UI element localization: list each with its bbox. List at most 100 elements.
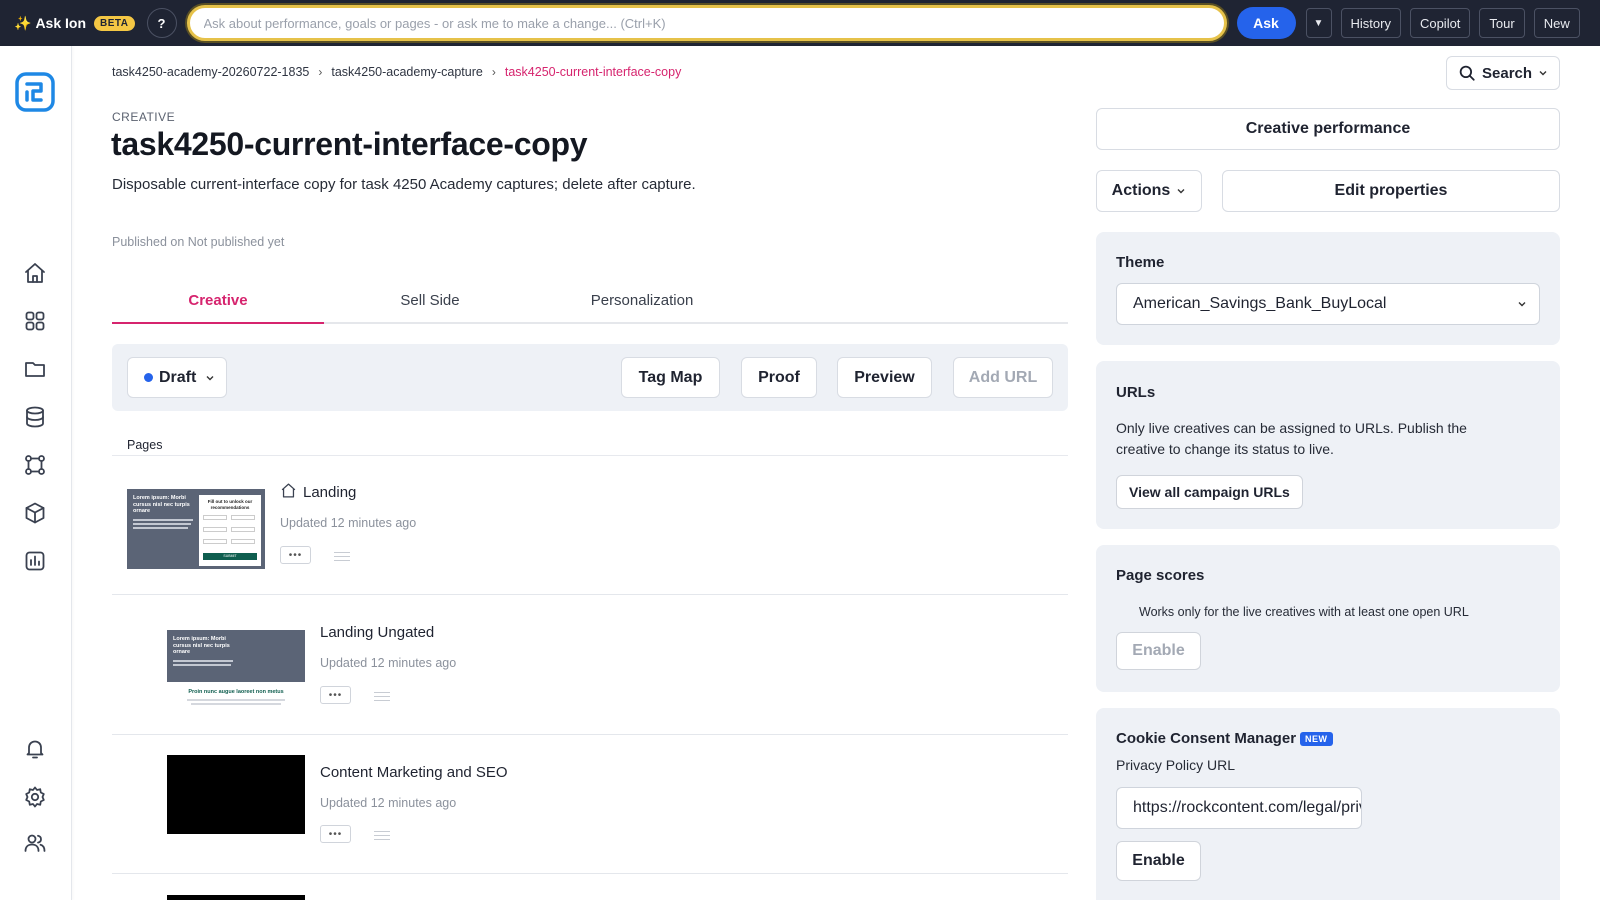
page-thumbnail[interactable] xyxy=(167,755,305,834)
beta-badge: BETA xyxy=(94,15,135,31)
page-scores-title: Page scores xyxy=(1116,567,1205,584)
chevron-right-icon: › xyxy=(318,65,323,79)
chevron-down-icon xyxy=(1539,71,1547,76)
creative-tabs: Creative Sell Side Personalization xyxy=(112,284,1068,324)
page-row[interactable]: Content Marketing and SEO Updated 12 min… xyxy=(112,735,1068,874)
sidebar xyxy=(0,46,72,900)
status-dropdown[interactable]: Draft xyxy=(127,357,227,398)
more-options-button[interactable]: ••• xyxy=(320,686,351,704)
page-scores-enable-button[interactable]: Enable xyxy=(1116,632,1201,670)
page-name[interactable]: Content Marketing and SEO xyxy=(320,764,508,781)
published-status: Published on Not published yet xyxy=(112,235,285,249)
top-bar: ✨ Ask Ion BETA ? Ask ▼ History Copilot T… xyxy=(0,0,1600,46)
drag-handle-icon[interactable] xyxy=(374,692,390,702)
chevron-down-icon xyxy=(1518,302,1526,307)
page-updated: Updated 12 minutes ago xyxy=(320,656,457,670)
tour-button[interactable]: Tour xyxy=(1479,8,1525,38)
theme-title: Theme xyxy=(1116,254,1165,271)
page-row[interactable]: Lorem ipsum: Morbi cursus nisl nec turpi… xyxy=(112,456,1068,595)
drag-handle-icon[interactable] xyxy=(334,552,350,562)
actions-dropdown[interactable]: Actions xyxy=(1096,170,1202,212)
copilot-button[interactable]: Copilot xyxy=(1409,8,1471,38)
page-row[interactable]: Lorem ipsum: Morbi cursus nisl nec turpi… xyxy=(112,596,1068,735)
breadcrumb-item[interactable]: task4250-academy-capture xyxy=(331,65,482,79)
pages-heading: Pages xyxy=(127,438,163,452)
ask-ion-text: Ask Ion xyxy=(35,15,87,31)
page-scores-description: Works only for the live creatives with a… xyxy=(1139,605,1469,619)
cookie-consent-card: Cookie Consent Manager NEW Privacy Policy… xyxy=(1096,708,1560,900)
proof-button[interactable]: Proof xyxy=(741,357,817,398)
history-button[interactable]: History xyxy=(1340,8,1401,38)
search-label: Search xyxy=(1482,64,1533,82)
page-description: Disposable current-interface copy for ta… xyxy=(112,176,696,193)
gear-icon[interactable] xyxy=(22,784,48,810)
theme-card: Theme American_Savings_Bank_BuyLocal xyxy=(1096,232,1560,345)
page-updated: Updated 12 minutes ago xyxy=(320,796,457,810)
chevron-down-icon xyxy=(1177,189,1185,194)
tag-map-button[interactable]: Tag Map xyxy=(621,357,720,398)
thumbnail-heading: Lorem ipsum: Morbi cursus nisl nec turpi… xyxy=(133,495,190,514)
urls-title: URLs xyxy=(1116,384,1156,401)
creative-performance-button[interactable]: Creative performance xyxy=(1096,108,1560,150)
urls-card: URLs Only live creatives can be assigned… xyxy=(1096,361,1560,529)
preview-button[interactable]: Preview xyxy=(837,357,932,398)
breadcrumb: task4250-academy-20260722-1835 › task425… xyxy=(112,65,681,79)
more-options-button[interactable]: ••• xyxy=(280,546,311,564)
tab-sell-side[interactable]: Sell Side xyxy=(324,284,536,324)
cube-icon[interactable] xyxy=(22,500,48,526)
cookie-enable-button[interactable]: Enable xyxy=(1116,841,1201,881)
page-title: task4250-current-interface-copy xyxy=(111,126,588,162)
chart-icon[interactable] xyxy=(22,548,48,574)
new-badge: NEW xyxy=(1300,732,1333,746)
bell-icon[interactable] xyxy=(22,736,48,762)
theme-select[interactable]: American_Savings_Bank_BuyLocal xyxy=(1116,283,1540,325)
users-icon[interactable] xyxy=(22,830,48,856)
ask-ion-label[interactable]: ✨ Ask Ion BETA xyxy=(14,15,135,32)
page-name[interactable]: Landing xyxy=(303,484,356,501)
search-button[interactable]: Search xyxy=(1446,56,1560,90)
creative-toolbar: Draft Tag Map Proof Preview Add URL xyxy=(112,344,1068,411)
folder-icon[interactable] xyxy=(22,356,48,382)
breadcrumb-item[interactable]: task4250-academy-20260722-1835 xyxy=(112,65,309,79)
page-kicker: CREATIVE xyxy=(112,110,176,124)
home-icon[interactable] xyxy=(22,260,48,286)
thumbnail-subheading: Proin nunc augue laoreet non metus xyxy=(188,689,284,695)
privacy-policy-url-input[interactable] xyxy=(1116,787,1362,829)
search-icon xyxy=(1459,65,1475,81)
grid-icon[interactable] xyxy=(22,308,48,334)
database-icon[interactable] xyxy=(22,404,48,430)
app-logo-icon[interactable] xyxy=(15,72,55,112)
status-dot-icon xyxy=(144,373,153,382)
page-thumbnail[interactable]: Lorem ipsum: Morbi cursus nisl nec turpi… xyxy=(127,489,265,569)
drag-handle-icon[interactable] xyxy=(374,831,390,841)
ask-input-wrapper xyxy=(186,5,1227,41)
urls-description: Only live creatives can be assigned to U… xyxy=(1116,420,1467,457)
page-name[interactable]: Landing Ungated xyxy=(320,624,434,641)
tab-creative[interactable]: Creative xyxy=(112,284,324,324)
help-button[interactable]: ? xyxy=(146,8,177,38)
privacy-policy-label: Privacy Policy URL xyxy=(1116,757,1236,773)
ask-input[interactable] xyxy=(203,15,1224,31)
theme-value: American_Savings_Bank_BuyLocal xyxy=(1133,295,1387,312)
thumbnail-heading: Lorem ipsum: Morbi cursus nisl nec turpi… xyxy=(173,636,230,655)
edit-properties-button[interactable]: Edit properties xyxy=(1222,170,1560,212)
ask-button[interactable]: Ask xyxy=(1236,7,1296,39)
integrations-icon[interactable] xyxy=(22,452,48,478)
status-label: Draft xyxy=(159,368,197,386)
page-thumbnail[interactable]: Lorem ipsum: Morbi cursus nisl nec turpi… xyxy=(167,630,305,716)
chevron-down-icon xyxy=(206,375,214,380)
view-campaign-urls-button[interactable]: View all campaign URLs xyxy=(1116,475,1303,509)
new-button[interactable]: New xyxy=(1533,8,1580,38)
more-options-button[interactable]: ••• xyxy=(320,825,351,843)
actions-label: Actions xyxy=(1111,182,1171,199)
page-updated: Updated 12 minutes ago xyxy=(280,516,417,530)
add-url-button[interactable]: Add URL xyxy=(953,357,1053,398)
page-thumbnail[interactable] xyxy=(167,895,305,900)
caret-down-icon: ▼ xyxy=(1313,17,1324,29)
ask-dropdown-button[interactable]: ▼ xyxy=(1305,8,1332,38)
page-scores-card: Page scores Works only for the live crea… xyxy=(1096,545,1560,692)
thumbnail-form: Fill out to unlock our recommendations S… xyxy=(199,495,261,566)
sparkle-icon: ✨ xyxy=(14,14,32,31)
cookie-consent-title-text: Cookie Consent Manager xyxy=(1116,730,1297,747)
tab-personalization[interactable]: Personalization xyxy=(536,284,748,324)
